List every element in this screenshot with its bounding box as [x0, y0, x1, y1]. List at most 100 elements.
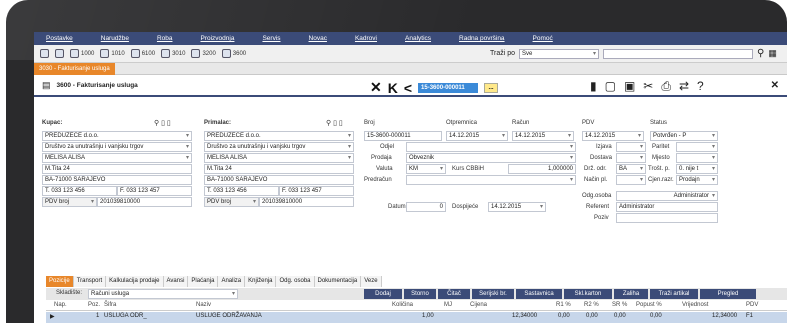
col-vrijednost[interactable]: Vrijednost [682, 302, 708, 308]
shortcut-3200[interactable]: 3200 [191, 49, 216, 58]
first-record-icon[interactable]: K [388, 80, 398, 96]
cjen-select[interactable]: Prodajn [676, 175, 718, 185]
skladiste-select[interactable]: Računi usluga [88, 289, 238, 299]
dospijece-date-field[interactable]: 14.12.2015 [488, 202, 546, 212]
menu-servis[interactable]: Servis [262, 35, 280, 42]
help-icon[interactable]: ? [697, 79, 704, 94]
drz-odr-select[interactable]: BA [616, 164, 646, 174]
predracun-field[interactable] [406, 175, 576, 185]
serijski-button[interactable]: Serijski br. [472, 289, 514, 299]
odjel-field[interactable] [406, 142, 576, 152]
record-lookup-button[interactable]: ... [484, 82, 499, 93]
shortcut-3010[interactable]: 3010 [161, 49, 185, 58]
col-popust[interactable]: Popust % [636, 302, 662, 308]
datum-field[interactable]: 0 [406, 202, 446, 212]
kupac-phone-field[interactable]: T. 033 123 456 [42, 186, 117, 196]
racun-date-field[interactable]: 14.12.2015 [512, 131, 574, 141]
primalac-pdv-label[interactable]: PDV broj [204, 197, 259, 207]
menu-analytics[interactable]: Analytics [405, 35, 431, 42]
settings-icon[interactable] [55, 49, 64, 58]
menu-novac[interactable]: Novac [309, 35, 327, 42]
info-icon[interactable] [40, 49, 49, 58]
menu-proizvodnja[interactable]: Proizvodnja [200, 35, 234, 42]
kurs-field[interactable]: 1,000000 [508, 164, 576, 174]
col-r1[interactable]: R1 % [556, 302, 571, 308]
menu-radna-povrsina[interactable]: Radna površina [459, 35, 505, 42]
col-mj[interactable]: MJ [444, 302, 452, 308]
status-select[interactable]: Potvrđen - P [650, 131, 718, 141]
col-cijena[interactable]: Cijena [470, 302, 487, 308]
dostava-select[interactable] [616, 153, 646, 163]
tab-avansi[interactable]: Avansi [163, 276, 189, 287]
tab-placanja[interactable]: Plaćanja [188, 276, 219, 287]
grid-icon[interactable]: ▦ [768, 48, 777, 59]
save-icon[interactable]: ▮ [590, 79, 597, 94]
kupac-city-field[interactable]: BA-71000 SARAJEVO [42, 175, 192, 185]
otpremnica-date-field[interactable]: 14.12.2015 [446, 131, 508, 141]
referent-field[interactable]: Administrator [616, 202, 718, 212]
nacin-select[interactable] [616, 175, 646, 185]
kupac-type-field[interactable]: Društvo za unutrašnju i vanjsku trgov [42, 142, 192, 152]
col-sr[interactable]: SR % [612, 302, 627, 308]
kupac-pdv-field[interactable]: 201039810000 [97, 197, 192, 207]
dodaj-button[interactable]: Dodaj [364, 289, 402, 299]
primalac-type-field[interactable]: Društvo za unutrašnju i vanjsku trgov [204, 142, 354, 152]
trazi-artikal-button[interactable]: Traži artikal [650, 289, 698, 299]
pdv-date-field[interactable]: 14.12.2015 [582, 131, 644, 141]
tab-pozicije[interactable]: Pozicije [46, 276, 74, 287]
pregled-button[interactable]: Pregled [700, 289, 756, 299]
primalac-street-field[interactable]: M.Tita 24 [204, 164, 354, 174]
primalac-city-field[interactable]: BA-71000 SARAJEVO [204, 175, 354, 185]
skl-karton-button[interactable]: Skl.karton [564, 289, 612, 299]
primalac-pdv-field[interactable]: 201039810000 [259, 197, 354, 207]
tab-odg-osoba[interactable]: Odg. osoba [276, 276, 315, 287]
paritet-select[interactable] [676, 142, 718, 152]
tab-dokumentacija[interactable]: Dokumentacija [314, 276, 362, 287]
primalac-lookup-icons[interactable]: ⚲ ▯ ▯ [326, 119, 343, 127]
sastavnica-button[interactable]: Sastavnica [516, 289, 562, 299]
kupac-fax-field[interactable]: F. 033 123 457 [117, 186, 192, 196]
odg-osoba-select[interactable]: Administrator [616, 191, 718, 201]
copy-icon[interactable]: ▢ [605, 79, 616, 94]
share-icon[interactable]: ⇄ [679, 79, 689, 94]
shortcut-3600[interactable]: 3600 [221, 49, 246, 58]
search-scope-select[interactable]: Sve [519, 48, 600, 59]
tab-fakturisanje[interactable]: 3030 - Fakturisanje usluga [34, 63, 115, 75]
menu-narudzbe[interactable]: Narudžbe [101, 35, 129, 42]
print-icon[interactable]: ▣ [624, 79, 635, 94]
zaliha-button[interactable]: Zaliha [614, 289, 648, 299]
tab-kalkulacija[interactable]: Kalkulacija prodaje [106, 276, 164, 287]
prodaja-select[interactable]: Obveznik [406, 153, 576, 163]
izjava-select[interactable] [616, 142, 646, 152]
close-window-icon[interactable]: ✕ [771, 80, 779, 91]
close-record-icon[interactable]: ✕ [370, 79, 382, 96]
mjesto-select[interactable] [676, 153, 718, 163]
storno-button[interactable]: Storno [404, 289, 436, 299]
shortcut-1010[interactable]: 1010 [100, 49, 125, 58]
menu-roba[interactable]: Roba [157, 35, 173, 42]
col-nap[interactable]: Nap. [54, 302, 67, 308]
col-pdv[interactable]: PDV [746, 302, 758, 308]
menu-postavke[interactable]: Postavke [46, 35, 73, 42]
kupac-lookup-icons[interactable]: ⚲ ▯ ▯ [154, 119, 171, 127]
previous-record-icon[interactable]: < [404, 80, 412, 96]
kupac-name-field[interactable]: PREDUZEĆE d.o.o. [42, 131, 192, 141]
col-poz[interactable]: Poz. [88, 302, 100, 308]
primalac-fax-field[interactable]: F. 033 123 457 [279, 186, 354, 196]
primalac-contact-field[interactable]: MELISA ALIŠA [204, 153, 354, 163]
search-input[interactable] [603, 48, 754, 59]
valuta-select[interactable]: KM [406, 164, 446, 174]
tab-knjizenja[interactable]: Knjiženja [245, 276, 277, 287]
primalac-name-field[interactable]: PREDUZEĆE d.o.o. [204, 131, 354, 141]
tab-veze[interactable]: Veze [361, 276, 382, 287]
shortcut-1000[interactable]: 1000 [70, 49, 94, 58]
col-kolicina[interactable]: Količina [392, 302, 413, 308]
poziv-field[interactable] [616, 213, 718, 223]
tab-analiza[interactable]: Analiza [218, 276, 246, 287]
trost-select[interactable]: 0. nije t [676, 164, 718, 174]
col-sifra[interactable]: Šifra [104, 302, 116, 308]
shortcut-6100[interactable]: 6100 [130, 49, 155, 58]
broj-field[interactable]: 15-3600-000011 [364, 131, 442, 141]
tools-icon[interactable]: ✂ [643, 79, 653, 94]
kupac-contact-field[interactable]: MELISA ALIŠA [42, 153, 192, 163]
